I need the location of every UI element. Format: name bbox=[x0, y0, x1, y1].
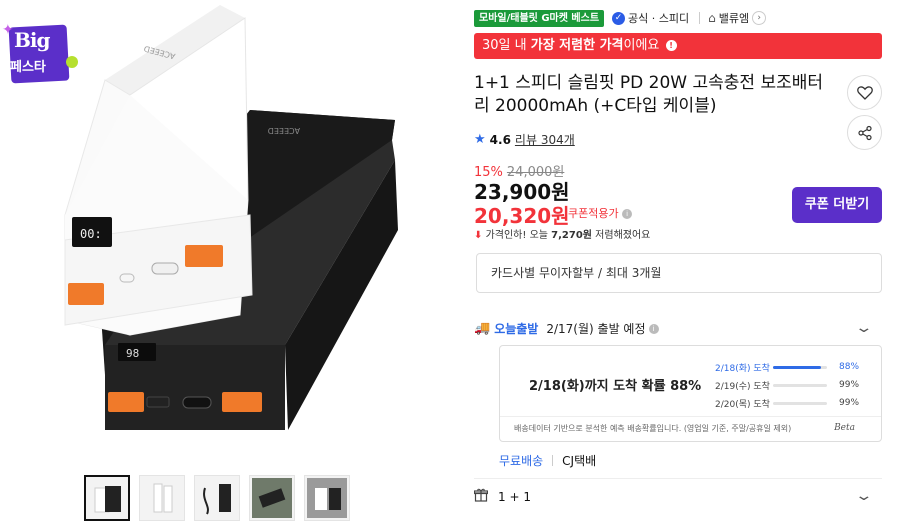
divider bbox=[500, 416, 881, 417]
info-icon[interactable]: ! bbox=[665, 40, 677, 51]
probability-row: 2/19(수) 도착 99% bbox=[715, 376, 875, 394]
delivery-probability-box: 2/18(화)까지 도착 확률 88% 2/18(화) 도착 88% 2/19(… bbox=[499, 345, 882, 442]
store-link[interactable]: ⌂ 밸류엠 › bbox=[708, 10, 767, 26]
share-button[interactable] bbox=[847, 115, 882, 150]
rating-row: ★ 4.6 리뷰 304개 bbox=[474, 131, 575, 148]
chevron-right-icon: › bbox=[752, 11, 767, 25]
chevron-down-icon[interactable]: ⌄ bbox=[855, 488, 874, 504]
probability-row: 2/18(화) 도착 88% bbox=[715, 358, 875, 376]
product-gallery: 98 ACEEED 00: ACEEED ✦ Big 페스타 bbox=[0, 0, 450, 523]
shipping-row[interactable]: 🚚 오늘출발 2/17(월) 출발 예정 i ⌄ bbox=[474, 320, 882, 337]
probability-bar bbox=[773, 383, 827, 387]
store-name: 밸류엠 bbox=[718, 12, 750, 25]
probability-note: 배송데이터 기반으로 분석한 예측 배송확률입니다. (영업일 기준, 주말/공… bbox=[514, 424, 792, 433]
badge-line2: 페스타 bbox=[10, 60, 46, 75]
divider bbox=[552, 455, 554, 466]
probability-bar-fill bbox=[773, 365, 821, 369]
probability-list: 2/18(화) 도착 88% 2/19(수) 도착 99% 2/20(목) 도착… bbox=[715, 358, 875, 412]
chevron-down-icon[interactable]: ⌄ bbox=[855, 320, 874, 336]
price-drop-notice: ⬇ 가격인하! 오늘 7,270원 저렴해졌어요 bbox=[474, 226, 650, 241]
lowest-price-banner: 30일 내 가장 저렴한 가격이에요 ! bbox=[474, 33, 882, 59]
info-icon[interactable]: i bbox=[622, 209, 633, 219]
probability-date: 2/20(목) 도착 bbox=[715, 399, 770, 410]
share-icon bbox=[857, 125, 872, 140]
beta-label: Beta bbox=[834, 423, 855, 433]
card-installment-box[interactable]: 카드사별 무이자할부 / 최대 3개월 bbox=[476, 253, 882, 293]
thumbnail-2[interactable] bbox=[139, 475, 185, 521]
official-store-tag[interactable]: ✓ 공식 · 스피디 bbox=[612, 10, 689, 26]
probability-value: 99% bbox=[839, 380, 860, 390]
probability-row: 2/20(목) 도착 99% bbox=[715, 394, 875, 412]
svg-text:ACEEED: ACEEED bbox=[268, 126, 300, 135]
tag-row: 모바일/태블릿 G마켓 베스트 ✓ 공식 · 스피디 ⌂ 밸류엠 › bbox=[474, 9, 767, 27]
coupon-price: 20,320원 bbox=[474, 204, 570, 228]
wishlist-button[interactable] bbox=[847, 75, 882, 110]
divider bbox=[699, 12, 701, 24]
thumbnail-3[interactable] bbox=[194, 475, 240, 521]
free-shipping-row: 무료배송 CJ택배 bbox=[499, 452, 596, 469]
carrier-name: CJ택배 bbox=[562, 454, 597, 468]
drop-suffix: 저렴해졌어요 bbox=[592, 230, 651, 241]
arrow-down-icon: ⬇ bbox=[474, 230, 483, 241]
probability-date: 2/18(화) 도착 bbox=[715, 363, 770, 374]
gift-icon bbox=[473, 488, 489, 506]
coupon-applied-label: 쿠폰적용가 i bbox=[568, 205, 633, 221]
thumb-image-icon bbox=[94, 486, 121, 513]
product-main-image[interactable]: 98 ACEEED 00: ACEEED bbox=[20, 0, 440, 460]
get-coupon-button[interactable]: 쿠폰 더받기 bbox=[792, 187, 882, 223]
thumbnail-strip bbox=[84, 475, 350, 521]
thumbnail-1[interactable] bbox=[84, 475, 130, 521]
drop-amount: 7,270원 bbox=[551, 230, 592, 241]
heart-icon bbox=[856, 86, 873, 100]
home-icon: ⌂ bbox=[708, 11, 716, 25]
truck-icon: 🚚 bbox=[474, 321, 491, 336]
thumb-image-icon bbox=[203, 484, 231, 515]
coupon-applied-text: 쿠폰적용가 bbox=[568, 207, 619, 220]
category-best-tag[interactable]: 모바일/태블릿 G마켓 베스트 bbox=[474, 9, 605, 27]
thumbnail-4[interactable] bbox=[249, 475, 295, 521]
thumb-image-icon bbox=[252, 478, 292, 518]
thumb-image-icon bbox=[153, 483, 173, 513]
free-shipping-label: 무료배송 bbox=[499, 454, 544, 468]
official-label: 공식 · 스피디 bbox=[628, 12, 690, 25]
svg-text:00:: 00: bbox=[80, 227, 102, 241]
option-row[interactable]: 1 + 1 ⌄ bbox=[473, 488, 882, 506]
product-title: 1+1 스피디 슬림핏 PD 20W 고속충전 보조배터리 20000mAh (… bbox=[474, 73, 824, 116]
sparkle-icon: ✦ bbox=[2, 22, 14, 38]
review-link[interactable]: 리뷰 304개 bbox=[515, 131, 575, 148]
star-icon: ★ bbox=[474, 132, 486, 147]
probability-bar bbox=[773, 401, 827, 405]
probability-value: 99% bbox=[839, 398, 860, 408]
banner-prefix: 30일 내 bbox=[482, 38, 531, 53]
info-icon[interactable]: i bbox=[648, 323, 659, 334]
probability-value: 88% bbox=[839, 362, 860, 372]
option-label: 1 + 1 bbox=[498, 490, 531, 504]
thumb-image-icon bbox=[307, 478, 347, 518]
power-bank-illustration: 98 ACEEED 00: ACEEED bbox=[64, 5, 398, 430]
drop-prefix: 가격인하! 오늘 bbox=[485, 230, 552, 241]
big-festa-badge: ✦ Big 페스타 bbox=[2, 22, 78, 90]
divider bbox=[474, 478, 882, 479]
banner-bold: 가장 저렴한 가격 bbox=[530, 38, 624, 53]
verified-check-icon: ✓ bbox=[612, 11, 626, 25]
ship-date: 2/17(월) 출발 예정 bbox=[546, 322, 646, 336]
badge-dot bbox=[66, 56, 78, 68]
svg-text:98: 98 bbox=[126, 347, 139, 360]
probability-bar bbox=[773, 365, 827, 369]
probability-date: 2/19(수) 도착 bbox=[715, 381, 770, 392]
today-ship-label: 오늘출발 bbox=[494, 322, 539, 336]
badge-line1: Big bbox=[14, 28, 50, 52]
thumbnail-5[interactable] bbox=[304, 475, 350, 521]
rating-value: 4.6 bbox=[489, 132, 511, 147]
banner-suffix: 이에요 bbox=[623, 38, 660, 53]
probability-headline: 2/18(화)까지 도착 확률 88% bbox=[529, 379, 702, 394]
